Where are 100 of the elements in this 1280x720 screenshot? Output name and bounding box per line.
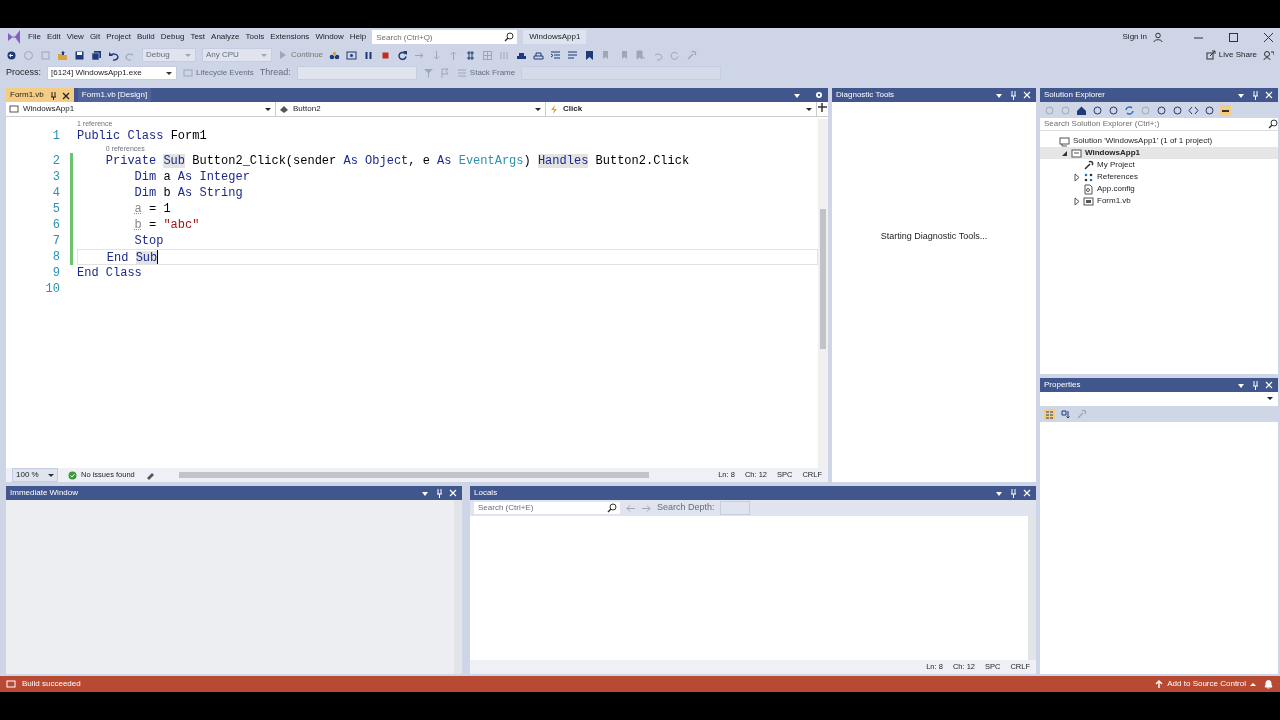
code-line: End Sub: [105, 250, 159, 264]
logo-icon: [6, 29, 22, 45]
caret-icon: [184, 51, 192, 59]
stack-frame-button[interactable]: Stack Frame: [456, 67, 516, 79]
line-number: 4: [51, 185, 61, 201]
scrollbar[interactable]: [818, 119, 828, 468]
search-field[interactable]: Search (Ctrl+E): [474, 502, 620, 514]
source-control-button[interactable]: Add to Source Control: [1154, 678, 1257, 690]
thread-label: Thread:: [259, 66, 291, 80]
save-icon[interactable]: [74, 49, 85, 61]
tree-item[interactable]: Form1.vb: [1040, 195, 1278, 207]
status-message: Build succeeded: [22, 678, 81, 690]
screen-icon[interactable]: [346, 49, 358, 61]
live-share-button[interactable]: Live Share: [1205, 49, 1257, 61]
panel-title: Solution Explorer: [1044, 89, 1106, 101]
menu-item[interactable]: Extensions: [270, 31, 310, 43]
tree-item[interactable]: Solution 'WindowsApp1' (1 of 1 project): [1040, 135, 1278, 147]
bell-icon[interactable]: [1263, 678, 1274, 690]
tree-item[interactable]: My Project: [1040, 159, 1278, 171]
line-number: 7: [51, 233, 61, 249]
tree-item[interactable]: App.config: [1040, 183, 1278, 195]
pin-icon[interactable]: [1008, 90, 1018, 100]
menu-item[interactable]: Build: [137, 31, 155, 43]
code-line: Stop: [133, 233, 165, 249]
menu-item[interactable]: Debug: [160, 31, 185, 43]
expand-arrow-icon[interactable]: [1072, 197, 1080, 205]
scrollbar[interactable]: [454, 500, 462, 674]
document-tab[interactable]: Form1.vb [Design]: [77, 88, 152, 102]
lightning-icon: [549, 104, 559, 114]
caret-icon: [1249, 680, 1257, 688]
bookmark-icon[interactable]: [584, 49, 596, 61]
home-icon[interactable]: [1076, 104, 1087, 116]
preview-icon[interactable]: [1220, 104, 1231, 116]
collapse-arrow-icon[interactable]: [1060, 149, 1068, 157]
code-line: Private Sub Button2_Click(sender As Object, e As EventArgs) Handles Button2.Click: [104, 153, 691, 169]
menu-item[interactable]: Project: [106, 31, 132, 43]
sign-in-link[interactable]: Sign in: [1122, 31, 1147, 43]
zoom-dropdown[interactable]: 100 %: [12, 468, 58, 482]
caret-icon: [46, 471, 55, 479]
references-icon: [1083, 171, 1094, 183]
line-number: 3: [51, 169, 61, 185]
config-file-icon: [1083, 183, 1094, 195]
horizontal-scrollbar[interactable]: [178, 472, 649, 478]
alphabetical-icon[interactable]: [1060, 408, 1071, 420]
undo-icon[interactable]: [108, 49, 119, 61]
sync-icon[interactable]: [1124, 104, 1135, 116]
pin-icon[interactable]: [434, 488, 444, 498]
code-line: Dim a As Integer: [133, 169, 251, 185]
tree-item[interactable]: References: [1040, 171, 1278, 183]
maximize-icon[interactable]: [1228, 31, 1239, 43]
panel-title: Immediate Window: [10, 487, 80, 499]
line-number: 8: [51, 249, 61, 265]
code-line: Public Class Form1: [77, 128, 208, 144]
line-number: 5: [51, 201, 61, 217]
indent-icon[interactable]: [550, 49, 562, 61]
panel-title: Properties: [1044, 379, 1082, 391]
expand-arrow-icon[interactable]: [1072, 173, 1080, 181]
menu-item[interactable]: File: [28, 31, 41, 43]
menu-item[interactable]: Edit: [46, 31, 61, 43]
gear-icon[interactable]: [814, 90, 824, 100]
panel-title: Locals: [474, 487, 499, 499]
line-number: 1: [51, 128, 61, 144]
scrollbar[interactable]: [1028, 516, 1036, 660]
form-icon: [1083, 195, 1094, 207]
tree-item[interactable]: WindowsApp1: [1040, 147, 1278, 159]
navigation-dropdown[interactable]: WindowsApp1: [6, 102, 276, 116]
menu-item[interactable]: Test: [190, 31, 206, 43]
menu-item[interactable]: Git: [89, 31, 101, 43]
module-icon: [9, 104, 19, 114]
person-icon[interactable]: [1153, 31, 1163, 43]
binoculars-icon[interactable]: [329, 49, 341, 61]
search-depth-label: Search Depth:: [657, 501, 715, 515]
feedback-icon[interactable]: [1263, 49, 1274, 61]
search-icon: [504, 32, 515, 42]
menu-item[interactable]: Analyze: [211, 31, 240, 43]
save-all-icon[interactable]: [91, 49, 102, 61]
caret-icon: [264, 105, 272, 113]
document-tab[interactable]: Form1.vb: [6, 88, 74, 102]
close-icon[interactable]: [60, 90, 70, 100]
split-icon[interactable]: [817, 102, 828, 113]
menu-item[interactable]: Tools: [245, 31, 265, 43]
menu-item[interactable]: Window: [315, 31, 344, 43]
check-circle-icon: [68, 470, 77, 480]
categorized-icon[interactable]: [1044, 408, 1055, 420]
menu-item[interactable]: Help: [349, 31, 367, 43]
pin-icon[interactable]: [1008, 488, 1018, 498]
pause-icon[interactable]: [363, 49, 375, 61]
line-number: 2: [51, 153, 61, 169]
pin-icon[interactable]: [1250, 380, 1260, 390]
search-field[interactable]: Search (Ctrl+Q): [372, 30, 518, 44]
code-icon[interactable]: [1188, 104, 1199, 116]
open-folder-icon[interactable]: [57, 49, 68, 61]
pin-icon[interactable]: [1250, 90, 1260, 100]
line-number: 10: [44, 281, 61, 297]
close-icon[interactable]: [1263, 31, 1274, 43]
menu-item[interactable]: View: [66, 31, 84, 43]
restart-icon[interactable]: [397, 49, 409, 61]
line-number: 6: [51, 217, 61, 233]
status-message: Starting Diagnostic Tools...: [880, 230, 988, 244]
process-dropdown[interactable]: [6124] WindowsApp1.exe: [47, 66, 177, 80]
